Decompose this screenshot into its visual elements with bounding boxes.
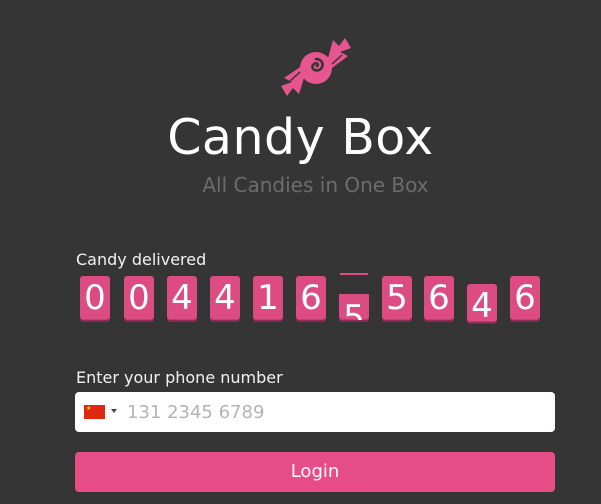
phone-number-label: Enter your phone number [76,368,283,387]
candy-delivered-counter: 0 0 4 4 1 6 5 5 6 4 6 [0,0,601,340]
counter-digit-flipping: 5 [339,294,369,320]
counter-digit-flip-edge [340,273,368,275]
counter-digit: 4 [210,276,240,320]
counter-digit: 0 [80,276,110,320]
candy-box-login-page: Candy Box All Candies in One Box Candy d… [0,0,601,504]
counter-digit: 1 [253,276,283,320]
counter-digit: 6 [424,276,454,320]
counter-digit: 5 [382,276,412,320]
counter-digit: 0 [124,276,154,320]
china-flag-icon[interactable]: ★ [84,405,105,419]
phone-number-input[interactable] [127,392,547,432]
login-button[interactable]: Login [75,452,555,492]
counter-digit: 6 [296,276,326,320]
phone-number-field: ★ [75,392,555,432]
caret-down-icon[interactable] [111,409,117,413]
counter-digit-flipping: 4 [467,284,497,322]
counter-digit: 6 [510,276,540,320]
counter-digit: 4 [167,276,197,320]
